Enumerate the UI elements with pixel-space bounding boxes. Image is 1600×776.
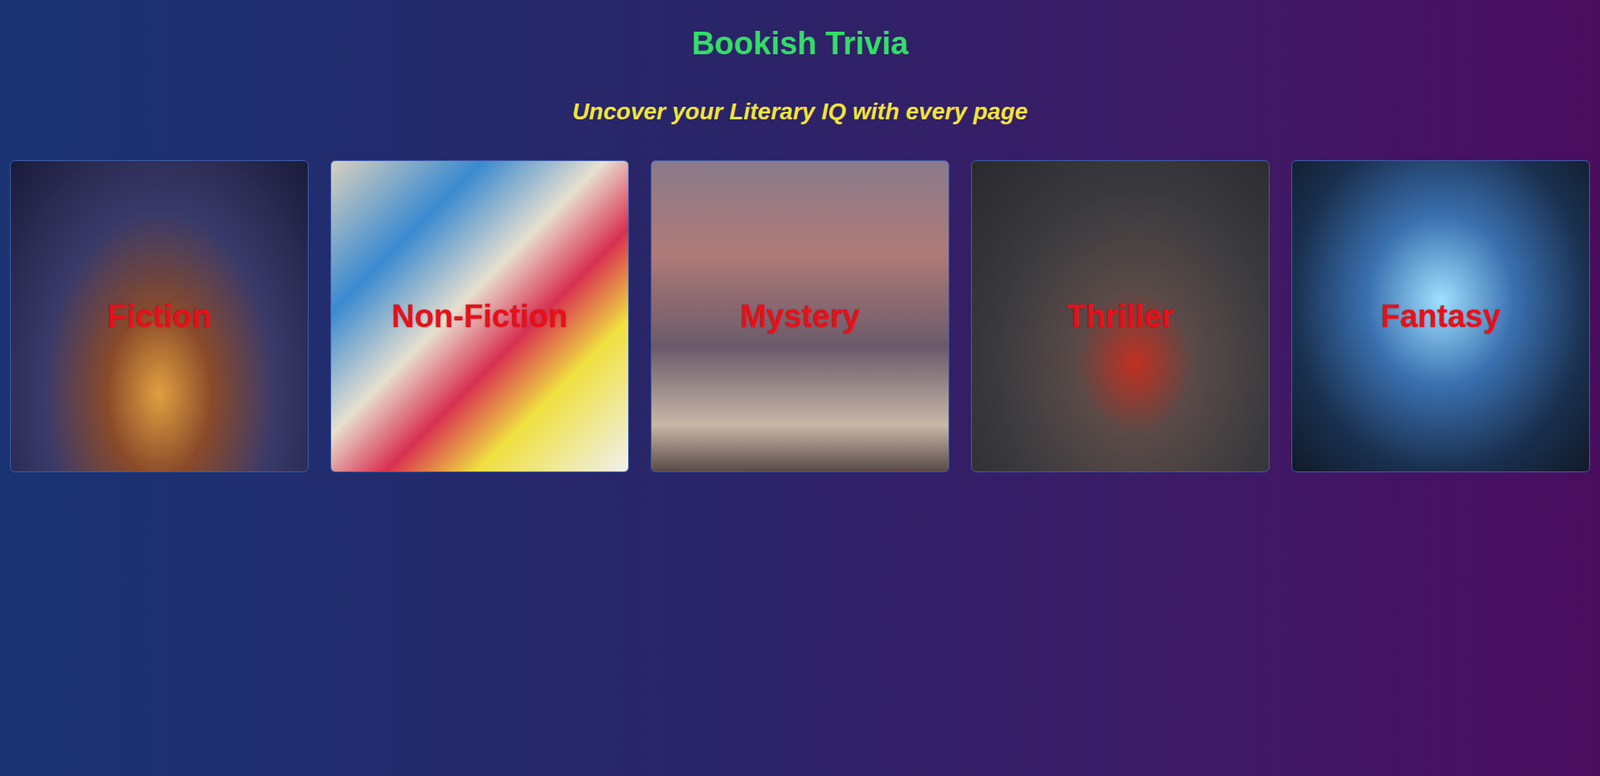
- category-card[interactable]: Mystery: [650, 160, 950, 473]
- category-label[interactable]: Non-Fiction: [386, 295, 573, 338]
- category-card[interactable]: Non-Fiction: [330, 160, 629, 473]
- category-label[interactable]: Fantasy: [1375, 295, 1506, 338]
- category-card[interactable]: Fiction: [10, 160, 309, 473]
- page-title: Bookish Trivia: [10, 0, 1590, 62]
- category-card[interactable]: Thriller: [971, 160, 1270, 473]
- category-label[interactable]: Fiction: [102, 295, 217, 338]
- category-card[interactable]: Fantasy: [1291, 160, 1590, 473]
- page-subtitle: Uncover your Literary IQ with every page: [10, 61, 1590, 127]
- category-grid: Fiction Non-Fiction Mystery Thriller Fantasy: [10, 160, 1590, 473]
- category-label[interactable]: Thriller: [1061, 295, 1180, 338]
- category-label[interactable]: Mystery: [734, 295, 866, 338]
